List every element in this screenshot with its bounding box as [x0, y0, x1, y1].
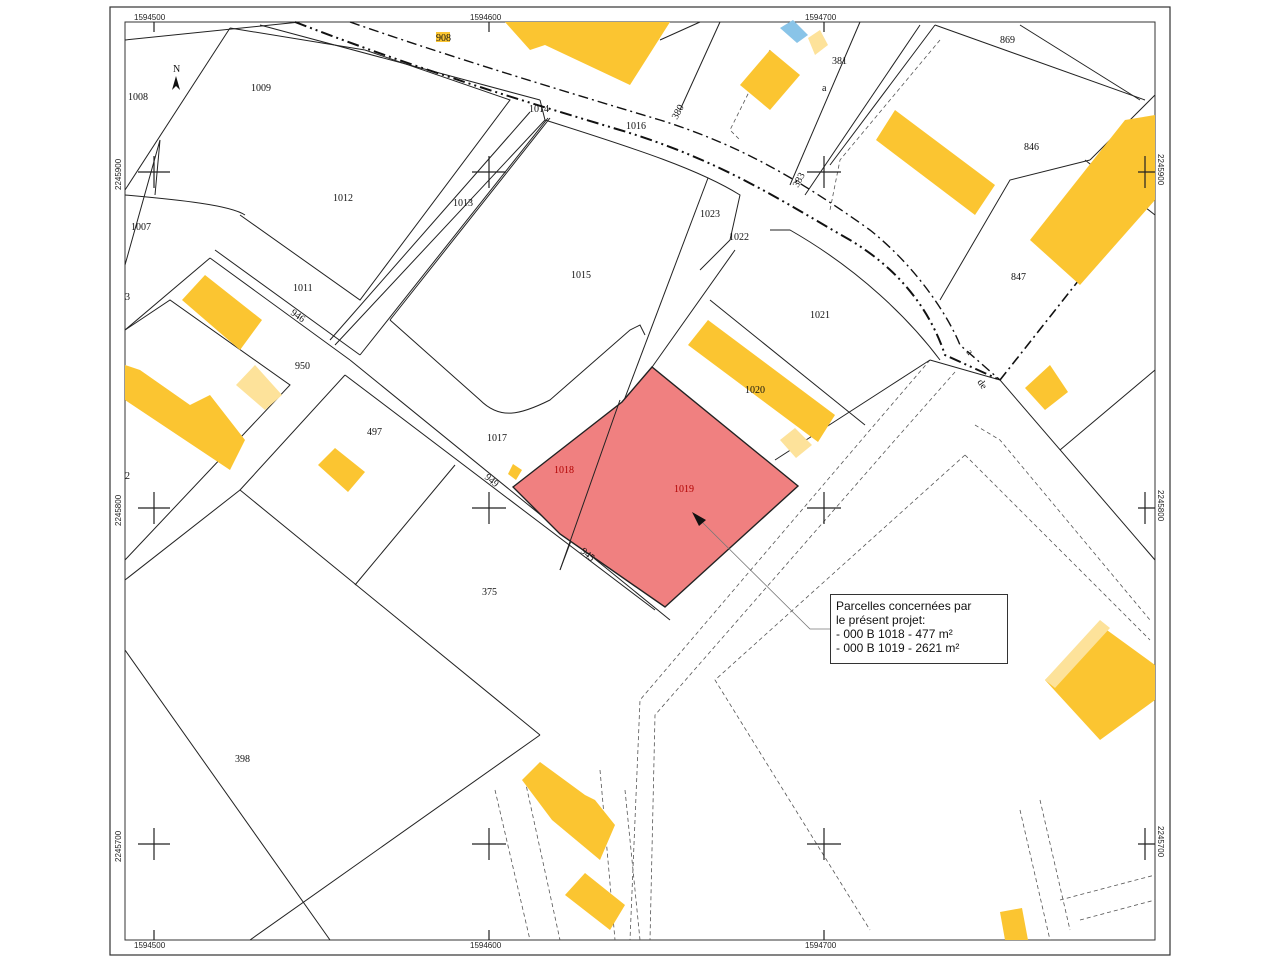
coord-x-top-2: 1594600 — [470, 13, 502, 22]
parcel-846: 846 — [1024, 142, 1039, 153]
callout-line-4: - 000 B 1019 - 2621 m² — [836, 641, 960, 655]
parcel-380: 380 — [670, 103, 687, 121]
commune-boundary — [294, 21, 1151, 381]
parcel-1021: 1021 — [810, 310, 830, 321]
coord-x-top-1: 1594500 — [134, 13, 166, 22]
parcel-946: 946 — [288, 307, 307, 325]
parcel-1014: 1014 — [529, 104, 549, 115]
parcel-a: a — [822, 83, 827, 94]
cadastral-map: N 1594500 1594600 1594700 1594500 159460… — [109, 6, 1171, 956]
parcel-1022: 1022 — [729, 232, 749, 243]
project-parcels-callout: Parcelles concernées par le présent proj… — [830, 594, 1008, 664]
parcel-497: 497 — [367, 427, 382, 438]
parcel-949: 949 — [482, 472, 501, 490]
coord-y-right-2: 2245800 — [1156, 490, 1165, 522]
coord-y-left-3: 2245700 — [114, 830, 123, 862]
parcel-1009: 1009 — [251, 83, 271, 94]
parcel-1016: 1016 — [626, 121, 646, 132]
parcel-edge-3: 3 — [125, 292, 130, 303]
parcel-1008: 1008 — [128, 92, 148, 103]
parcel-1019: 1019 — [674, 484, 694, 495]
parcel-375: 375 — [482, 587, 497, 598]
parcel-1018: 1018 — [554, 465, 574, 476]
parcel-1011: 1011 — [293, 283, 313, 294]
road-label-de: de — [975, 377, 990, 392]
coord-y-left-2: 2245800 — [114, 494, 123, 526]
coord-x-bottom-3: 1594700 — [805, 941, 837, 950]
parcel-1020: 1020 — [745, 385, 765, 396]
callout-line-2: le présent projet: — [836, 613, 926, 627]
parcel-908: 908 — [436, 33, 451, 44]
coord-x-bottom-1: 1594500 — [134, 941, 166, 950]
parcel-edge-2: 2 — [125, 471, 130, 482]
parcel-1023: 1023 — [700, 209, 720, 220]
coord-y-right-1: 2245900 — [1156, 154, 1165, 186]
coord-x-top-3: 1594700 — [805, 13, 837, 22]
parcel-1012: 1012 — [333, 193, 353, 204]
highlighted-parcels[interactable] — [511, 366, 800, 608]
parcel-1007: 1007 — [131, 222, 151, 233]
coord-y-left-1: 2245900 — [114, 158, 123, 190]
callout-line-3: - 000 B 1018 - 477 m² — [836, 627, 953, 641]
parcel-847: 847 — [1011, 272, 1026, 283]
parcel-381: 381 — [832, 56, 847, 67]
callout-line-1: Parcelles concernées par — [836, 599, 972, 613]
north-arrow-icon: N — [172, 64, 180, 90]
parcel-950: 950 — [295, 361, 310, 372]
parcel-1017: 1017 — [487, 433, 507, 444]
parcel-869: 869 — [1000, 35, 1015, 46]
coord-x-bottom-2: 1594600 — [470, 941, 502, 950]
north-label: N — [173, 64, 180, 75]
parcel-1013: 1013 — [453, 198, 473, 209]
coord-y-right-3: 2245700 — [1156, 826, 1165, 858]
parcel-398: 398 — [235, 754, 250, 765]
parcel-1015: 1015 — [571, 270, 591, 281]
